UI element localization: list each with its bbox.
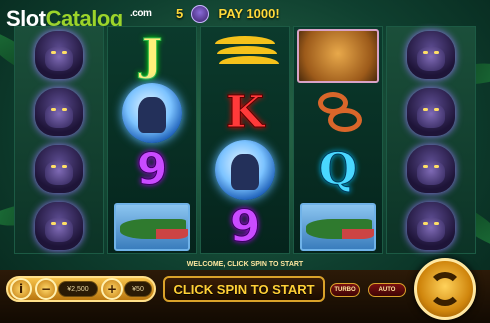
- nine-symbol: 9: [136, 143, 168, 195]
- gorilla-symbol: [15, 141, 103, 198]
- game-stage: SlotCatalog .com 5 PAY 1000! J 9 K 9 Q W…: [0, 0, 490, 323]
- pay-banner: 5 PAY 1000!: [176, 5, 280, 24]
- reels-area: J 9 K 9 Q: [14, 26, 476, 254]
- j-symbol: J: [141, 29, 163, 81]
- q-symbol: Q: [318, 143, 358, 195]
- bananas-symbol: [201, 27, 289, 84]
- k-symbol: K: [225, 86, 265, 138]
- turbo-button[interactable]: TURBO: [330, 283, 360, 297]
- click-spin-to-start-button[interactable]: CLICK SPIN TO START: [163, 276, 325, 302]
- pay-count: 5: [176, 6, 184, 22]
- status-message: WELCOME, CLICK SPIN TO START: [186, 261, 304, 268]
- auto-button[interactable]: AUTO: [368, 283, 406, 297]
- reel-4: Q: [293, 26, 383, 254]
- crocodile-symbol: [108, 198, 196, 255]
- gorilla-symbol: [387, 198, 475, 255]
- nine-symbol: 9: [229, 200, 261, 252]
- gorilla-symbol: [387, 84, 475, 141]
- total-bet-value: ¥2,500: [58, 281, 98, 297]
- gorilla-moon-symbol: [108, 82, 196, 143]
- minus-icon[interactable]: −: [35, 278, 57, 300]
- reel-3: K 9: [200, 26, 290, 254]
- gorilla-symbol: [387, 141, 475, 198]
- leopard-symbol: [294, 27, 382, 84]
- crocodile-symbol: [294, 198, 382, 255]
- reel-1: [14, 26, 104, 254]
- gorilla-symbol: [15, 84, 103, 141]
- logo-com-text: .com: [130, 8, 152, 19]
- pay-text: PAY 1000!: [218, 6, 280, 22]
- snake-symbol: [294, 84, 382, 141]
- gorilla-symbol: [15, 27, 103, 84]
- reel-5: [386, 26, 476, 254]
- reel-2: J 9: [107, 26, 197, 254]
- gorilla-moon-symbol: [201, 139, 289, 200]
- spin-arrows-icon: [428, 272, 462, 306]
- plus-icon[interactable]: +: [101, 278, 123, 300]
- gorilla-symbol: [15, 198, 103, 255]
- info-icon[interactable]: i: [10, 278, 32, 300]
- gorilla-symbol: [387, 27, 475, 84]
- line-bet-value: ¥50: [124, 281, 152, 297]
- gorilla-icon: [190, 5, 209, 23]
- spin-button[interactable]: [414, 258, 476, 320]
